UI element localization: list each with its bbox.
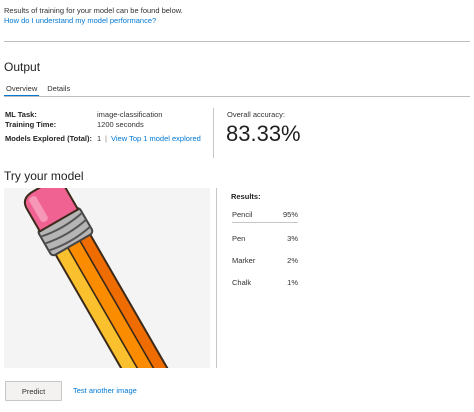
- result-row: Pen 3%: [232, 234, 298, 244]
- result-row: Marker 2%: [232, 256, 298, 266]
- output-title: Output: [4, 60, 41, 74]
- result-label: Pencil: [232, 210, 253, 219]
- result-row: Chalk 1%: [232, 278, 298, 288]
- result-label: Marker: [232, 256, 256, 265]
- result-label: Chalk: [232, 278, 252, 287]
- ml-task-value: image-classification: [97, 110, 163, 119]
- intro-text: Results of training for your model can b…: [4, 6, 183, 15]
- result-score: 2%: [287, 256, 298, 265]
- training-time-label: Training Time:: [5, 120, 57, 129]
- automl-results-page: Results of training for your model can b…: [0, 0, 474, 412]
- output-tabs: Overview Details: [4, 83, 72, 97]
- tabs-underline: [4, 96, 470, 97]
- overall-accuracy-label: Overall accuracy:: [227, 110, 285, 119]
- models-explored-label: Models Explored (Total):: [5, 134, 92, 143]
- result-row: Pencil 95%: [232, 210, 298, 220]
- results-divider: [216, 188, 217, 368]
- result-label: Pen: [232, 234, 246, 243]
- ml-task-label: ML Task:: [5, 110, 37, 119]
- section-divider: [4, 41, 470, 42]
- pencil-image: [23, 188, 186, 368]
- test-another-image-link[interactable]: Test another image: [73, 386, 137, 396]
- model-performance-help-link[interactable]: How do I understand my model performance…: [4, 16, 156, 26]
- try-model-title: Try your model: [4, 169, 84, 183]
- summary-divider: [213, 108, 214, 158]
- tab-overview[interactable]: Overview: [4, 83, 40, 97]
- test-image-preview: [4, 188, 210, 368]
- result-score: 3%: [287, 234, 298, 243]
- tab-details[interactable]: Details: [45, 83, 72, 97]
- view-top-model-link[interactable]: View Top 1 model explored: [111, 134, 201, 144]
- predict-button[interactable]: Predict: [5, 381, 62, 401]
- training-time-value: 1200 seconds: [97, 120, 144, 129]
- result-score: 1%: [287, 278, 298, 287]
- models-explored-separator: |: [105, 134, 107, 143]
- result-score: 95%: [282, 210, 298, 219]
- overall-accuracy-value: 83.33%: [226, 121, 301, 146]
- results-title: Results:: [231, 192, 261, 201]
- models-explored-value: 1: [97, 134, 102, 143]
- result-divider: [232, 222, 298, 223]
